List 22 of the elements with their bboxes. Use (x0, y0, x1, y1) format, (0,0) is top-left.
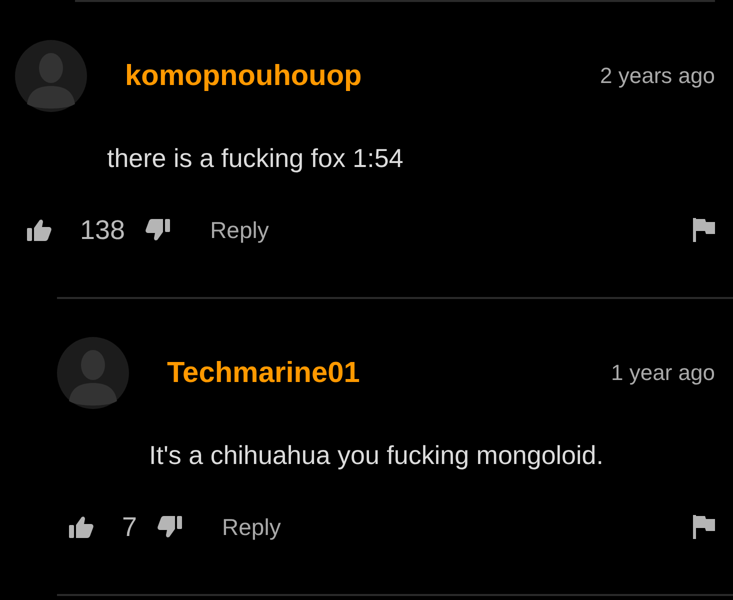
thumbs-down-icon (157, 515, 182, 539)
dislike-button[interactable] (157, 515, 182, 539)
timestamp: 2 years ago (600, 63, 715, 89)
like-button[interactable] (69, 515, 94, 539)
like-button[interactable] (27, 218, 52, 242)
comment-text: there is a fucking fox 1:54 (107, 142, 404, 175)
flag-icon (693, 515, 715, 539)
username[interactable]: komopnouhouop (125, 60, 362, 92)
flag-button[interactable] (693, 218, 715, 242)
timestamp: 1 year ago (611, 360, 715, 386)
thumbs-up-icon (27, 218, 52, 242)
comment-text: It's a chihuahua you fucking mongoloid. (149, 439, 604, 472)
dislike-button[interactable] (145, 218, 170, 242)
like-count: 7 (122, 512, 138, 542)
flag-icon (693, 218, 715, 242)
like-count: 138 (80, 214, 126, 246)
reply-button[interactable]: Reply (210, 216, 269, 244)
reply-button[interactable]: Reply (222, 514, 281, 540)
username[interactable]: Techmarine01 (167, 356, 360, 390)
thumbs-up-icon (69, 515, 94, 539)
flag-button[interactable] (693, 515, 715, 539)
thumbs-down-icon (145, 218, 170, 242)
